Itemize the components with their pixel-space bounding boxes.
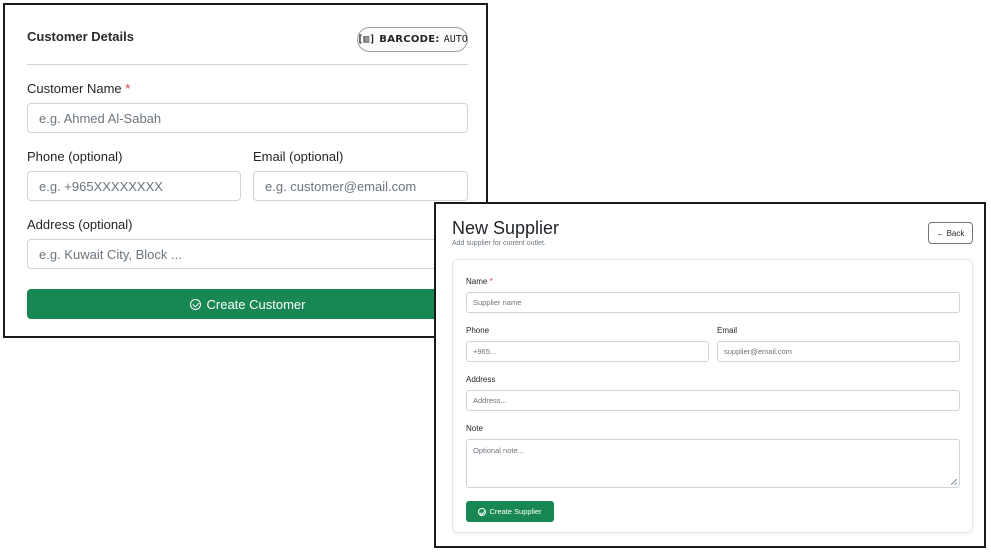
create-supplier-label: Create Supplier	[489, 507, 542, 516]
supplier-email-label: Email	[717, 326, 738, 335]
customer-details-title: Customer Details	[27, 29, 134, 44]
customer-details-panel: Customer Details [▥] BARCODE: AUTO Custo…	[3, 3, 488, 338]
new-supplier-panel: New Supplier Add supplier for current ou…	[434, 202, 986, 548]
supplier-address-input[interactable]: Address...	[466, 390, 960, 411]
supplier-phone-label: Phone	[466, 326, 490, 335]
supplier-address-placeholder: Address...	[473, 396, 507, 405]
create-customer-label: Create Customer	[206, 296, 306, 312]
back-button[interactable]: ← Back	[928, 222, 973, 244]
barcode-mode-badge[interactable]: [▥] BARCODE: AUTO	[357, 27, 468, 52]
barcode-value: AUTO	[443, 34, 468, 45]
barcode-icon: [▥]	[357, 34, 376, 45]
supplier-note-placeholder: Optional note...	[473, 446, 524, 455]
header-divider	[27, 64, 468, 65]
barcode-key-label: BARCODE:	[379, 34, 440, 45]
email-placeholder: e.g. customer@email.com	[265, 178, 417, 194]
address-placeholder: e.g. Kuwait City, Block ...	[39, 246, 182, 262]
supplier-email-placeholder: supplier@email.com	[724, 347, 793, 356]
email-label: Email (optional)	[253, 149, 344, 164]
create-supplier-button[interactable]: Create Supplier	[466, 501, 554, 522]
arrow-left-icon: ←	[936, 228, 945, 238]
supplier-phone-input[interactable]: +965...	[466, 341, 709, 362]
required-marker: *	[489, 277, 493, 286]
supplier-phone-placeholder: +965...	[473, 347, 497, 356]
create-customer-button[interactable]: Create Customer	[27, 289, 468, 319]
supplier-name-label-text: Name	[466, 277, 488, 286]
supplier-name-input[interactable]: Supplier name	[466, 292, 960, 313]
phone-placeholder: e.g. +965XXXXXXXX	[39, 178, 163, 194]
supplier-name-placeholder: Supplier name	[473, 298, 522, 307]
supplier-address-label: Address	[466, 375, 496, 384]
phone-input[interactable]: e.g. +965XXXXXXXX	[27, 171, 241, 201]
required-marker: *	[125, 81, 131, 96]
supplier-email-input[interactable]: supplier@email.com	[717, 341, 960, 362]
supplier-name-label: Name *	[466, 277, 493, 286]
page-subtitle: Add supplier for current outlet.	[452, 240, 546, 247]
resize-grip-icon[interactable]	[951, 479, 957, 485]
address-input[interactable]: e.g. Kuwait City, Block ...	[27, 239, 468, 269]
supplier-form-card: Name * Supplier name Phone +965... Email…	[452, 259, 973, 533]
back-label: Back	[946, 228, 965, 238]
customer-name-label-text: Customer Name	[27, 81, 122, 96]
customer-name-placeholder: e.g. Ahmed Al-Sabah	[39, 110, 162, 126]
customer-name-input[interactable]: e.g. Ahmed Al-Sabah	[27, 103, 468, 133]
supplier-note-textarea[interactable]: Optional note...	[466, 439, 960, 488]
check-circle-icon	[478, 507, 487, 516]
phone-label: Phone (optional)	[27, 149, 123, 164]
supplier-note-label: Note	[466, 424, 483, 433]
customer-name-label: Customer Name *	[27, 81, 130, 96]
page-title: New Supplier	[452, 218, 560, 238]
check-circle-icon	[189, 298, 201, 310]
address-label: Address (optional)	[27, 217, 133, 232]
email-input[interactable]: e.g. customer@email.com	[253, 171, 468, 201]
